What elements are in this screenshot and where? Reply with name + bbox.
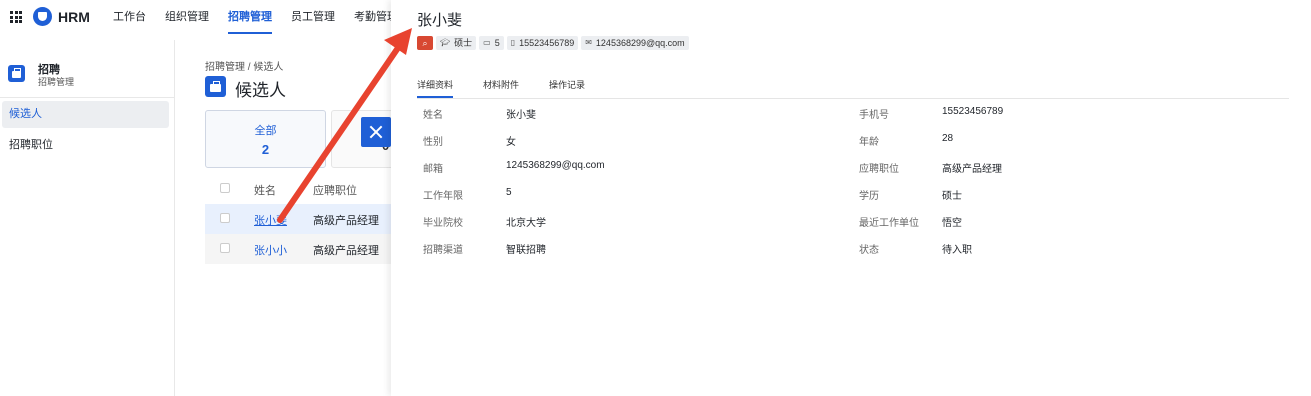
- nav-organization[interactable]: 组织管理: [165, 0, 209, 34]
- apps-grid-icon[interactable]: [10, 11, 22, 23]
- column-header-position: 应聘职位: [313, 185, 357, 197]
- stat-card-all[interactable]: 全部 2: [205, 110, 326, 168]
- nav-workbench[interactable]: 工作台: [113, 0, 146, 34]
- tab-history[interactable]: 操作记录: [549, 78, 585, 98]
- drawer-title: 张小斐: [417, 12, 463, 29]
- degree-value: 硕士: [454, 38, 473, 48]
- phone-icon: ▯: [510, 38, 516, 47]
- sidebar-item-candidates[interactable]: 候选人: [2, 101, 169, 128]
- sidebar-item-positions[interactable]: 招聘职位: [2, 132, 169, 159]
- tab-attachments[interactable]: 材料附件: [483, 78, 519, 98]
- email-tag: ✉ 1245368299@qq.com: [581, 36, 689, 50]
- candidate-position: 高级产品经理: [313, 215, 379, 227]
- mail-icon: ✉: [585, 38, 592, 47]
- top-nav: 工作台 组织管理 招聘管理 员工管理 考勤管理: [113, 0, 417, 34]
- brand-name: HRM: [58, 9, 90, 25]
- sidebar: 招聘 招聘管理 候选人 招聘职位: [0, 40, 175, 396]
- nav-recruitment[interactable]: 招聘管理: [228, 0, 272, 34]
- search-tag[interactable]: ⌕: [417, 36, 433, 50]
- nav-employees[interactable]: 员工管理: [291, 0, 335, 34]
- graduation-cap-icon: 🎓︎: [440, 38, 451, 47]
- sidebar-divider: [0, 97, 174, 98]
- column-header-name: 姓名: [254, 185, 276, 197]
- candidate-position: 高级产品经理: [313, 245, 379, 257]
- select-all-checkbox[interactable]: [220, 183, 230, 193]
- years-tag: ▭ 5: [479, 36, 504, 50]
- row-checkbox[interactable]: [220, 213, 230, 223]
- phone-tag: ▯ 15523456789: [506, 36, 579, 50]
- search-icon: ⌕: [422, 38, 428, 48]
- table-row[interactable]: 张小小 高级产品经理: [205, 234, 391, 264]
- drawer-tabs: 详细资料 材料附件 操作记录: [417, 78, 615, 98]
- years-value: 5: [494, 38, 500, 48]
- tab-details[interactable]: 详细资料: [417, 78, 454, 98]
- table-row[interactable]: 张小斐 高级产品经理: [205, 204, 391, 234]
- breadcrumb: 招聘管理 / 候选人: [205, 62, 284, 73]
- candidate-detail-drawer: 张小斐 ⌕ 🎓︎ 硕士 ▭ 5 ▯ 15523456789 ✉ 1245368299@q…: [391, 0, 1311, 396]
- briefcase-icon: ▭: [483, 38, 491, 47]
- candidate-tags: ⌕ 🎓︎ 硕士 ▭ 5 ▯ 15523456789 ✉ 1245368299@qq.co…: [417, 36, 692, 50]
- close-icon[interactable]: [361, 117, 391, 147]
- candidate-name-link[interactable]: 张小斐: [254, 212, 287, 228]
- page-title: 候选人: [235, 81, 286, 100]
- candidate-table: 姓名 应聘职位 张小斐 高级产品经理 张小小 高级产品经理: [205, 174, 391, 264]
- stat-value: 2: [261, 142, 270, 157]
- sidebar-header: 招聘 招聘管理: [8, 60, 168, 100]
- candidate-name-link[interactable]: 张小小: [254, 242, 287, 258]
- main-content: 招聘管理 / 候选人 候选人 全部 2 0 姓名 应聘职位 张小斐 高级产品经理…: [205, 56, 391, 396]
- table-header: 姓名 应聘职位: [205, 174, 391, 204]
- briefcase-icon: [205, 76, 226, 97]
- hrm-logo-icon: [33, 7, 52, 26]
- stat-label: 全部: [254, 125, 277, 137]
- phone-value: 15523456789: [519, 38, 575, 48]
- sidebar-subtitle: 招聘管理: [38, 77, 75, 87]
- row-checkbox[interactable]: [220, 243, 230, 253]
- tab-divider: [417, 98, 1289, 99]
- briefcase-icon: [8, 65, 25, 82]
- degree-tag: 🎓︎ 硕士: [436, 36, 477, 50]
- email-value: 1245368299@qq.com: [595, 38, 685, 48]
